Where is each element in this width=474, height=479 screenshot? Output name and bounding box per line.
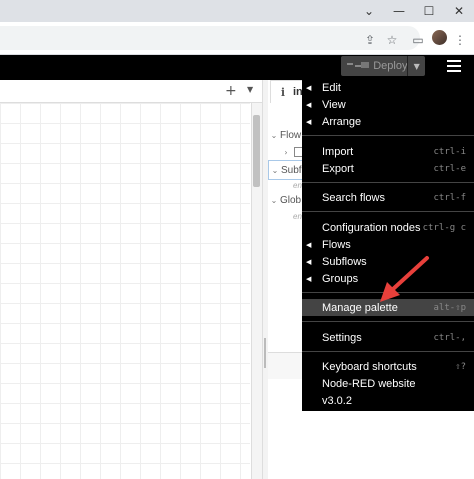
submenu-arrow-icon: ◀ — [306, 100, 312, 109]
menu-item-label: Subflows — [322, 255, 367, 268]
main-menu-icon[interactable] — [447, 60, 461, 72]
shortcut-label: alt-⇧p — [433, 302, 466, 313]
deploy-label: Deploy — [373, 60, 408, 72]
menu-item-label: Import — [322, 145, 354, 158]
workspace-canvas[interactable] — [0, 103, 250, 479]
shortcut-label: ctrl-g c — [422, 222, 466, 233]
menu-item-version: v3.0.2 — [302, 392, 474, 409]
menu-item-edit[interactable]: ◀ Edit — [302, 79, 474, 96]
menu-item-configuration-nodes[interactable]: Configuration nodes ctrl-g c — [302, 219, 474, 236]
menu-item-manage-palette[interactable]: Manage palette alt-⇧p — [302, 299, 474, 316]
menu-item-label: Groups — [322, 272, 359, 285]
menu-item-label: Edit — [322, 81, 341, 94]
tree-label: Subf — [281, 164, 302, 176]
shortcut-label: ctrl-, — [433, 332, 466, 343]
workspace-tab-bar — [0, 80, 262, 103]
tree-label: Glob — [280, 194, 302, 206]
submenu-arrow-icon: ◀ — [306, 83, 312, 92]
menu-item-label: Manage palette — [322, 301, 398, 314]
minimize-button[interactable]: — — [384, 0, 414, 22]
share-icon[interactable]: ⇪ — [362, 32, 378, 48]
scrollbar-thumb[interactable] — [253, 115, 260, 187]
empty-placeholder: en — [293, 181, 302, 190]
menu-item-label: Search flows — [322, 191, 385, 204]
deploy-caret-icon[interactable]: ▼ — [407, 56, 425, 76]
empty-placeholder: en — [293, 212, 302, 221]
kebab-menu-icon[interactable]: ⋮ — [452, 32, 468, 48]
menu-item-keyboard-shortcuts[interactable]: Keyboard shortcuts ⇧? — [302, 358, 474, 375]
menu-divider — [302, 135, 474, 136]
menu-item-groups[interactable]: ◀ Groups — [302, 270, 474, 287]
menu-item-label: Node-RED website — [322, 377, 416, 390]
separator-handle[interactable] — [264, 338, 266, 368]
tab-icon[interactable]: ▭ — [410, 32, 426, 48]
menu-item-import[interactable]: Import ctrl-i — [302, 143, 474, 160]
star-icon[interactable]: ☆ — [384, 32, 400, 48]
submenu-arrow-icon: ◀ — [306, 240, 312, 249]
menu-divider — [302, 182, 474, 183]
menu-divider — [302, 351, 474, 352]
deploy-icon — [347, 62, 369, 70]
menu-item-label: Configuration nodes — [322, 221, 421, 234]
version-label: v3.0.2 — [322, 394, 352, 407]
menu-item-search-flows[interactable]: Search flows ctrl-f — [302, 189, 474, 206]
menu-item-view[interactable]: ◀ View — [302, 96, 474, 113]
chevron-down-icon[interactable]: ⌄ — [354, 0, 384, 22]
shortcut-label: ctrl-i — [433, 146, 466, 157]
maximize-button[interactable]: ☐ — [414, 0, 444, 22]
menu-item-settings[interactable]: Settings ctrl-, — [302, 329, 474, 346]
close-button[interactable]: ✕ — [444, 0, 474, 22]
menu-item-label: Flows — [322, 238, 351, 251]
chevron-down-icon: ⌄ — [270, 130, 278, 140]
submenu-arrow-icon: ◀ — [306, 117, 312, 126]
menu-divider — [302, 321, 474, 322]
shortcut-label: ⇧? — [455, 361, 466, 372]
menu-item-label: View — [322, 98, 346, 111]
menu-item-subflows[interactable]: ◀ Subflows — [302, 253, 474, 270]
menu-item-label: Export — [322, 162, 354, 175]
menu-item-arrange[interactable]: ◀ Arrange — [302, 113, 474, 130]
avatar[interactable] — [432, 30, 447, 45]
shortcut-label: ctrl-f — [433, 192, 466, 203]
submenu-arrow-icon: ◀ — [306, 257, 312, 266]
menu-item-flows[interactable]: ◀ Flows — [302, 236, 474, 253]
menu-item-export[interactable]: Export ctrl-e — [302, 160, 474, 177]
chevron-right-icon: › — [284, 147, 288, 157]
menu-divider — [302, 211, 474, 212]
info-icon: i — [280, 85, 286, 99]
add-flow-icon[interactable]: + — [225, 83, 237, 99]
chevron-down-icon: ⌄ — [271, 165, 279, 175]
menu-item-label: Settings — [322, 331, 362, 344]
menu-divider — [302, 292, 474, 293]
browser-toolbar — [0, 22, 474, 55]
address-bar[interactable] — [0, 26, 420, 50]
tab-list-icon[interactable]: ▼ — [247, 85, 253, 94]
tree-label: Flow — [280, 129, 302, 141]
menu-item-node-red-website[interactable]: Node-RED website — [302, 375, 474, 392]
menu-item-label: Keyboard shortcuts — [322, 360, 417, 373]
submenu-arrow-icon: ◀ — [306, 274, 312, 283]
menu-item-label: Arrange — [322, 115, 362, 128]
shortcut-label: ctrl-e — [433, 163, 466, 174]
deploy-button[interactable]: Deploy ▼ — [341, 56, 425, 76]
chevron-down-icon: ⌄ — [270, 195, 278, 205]
